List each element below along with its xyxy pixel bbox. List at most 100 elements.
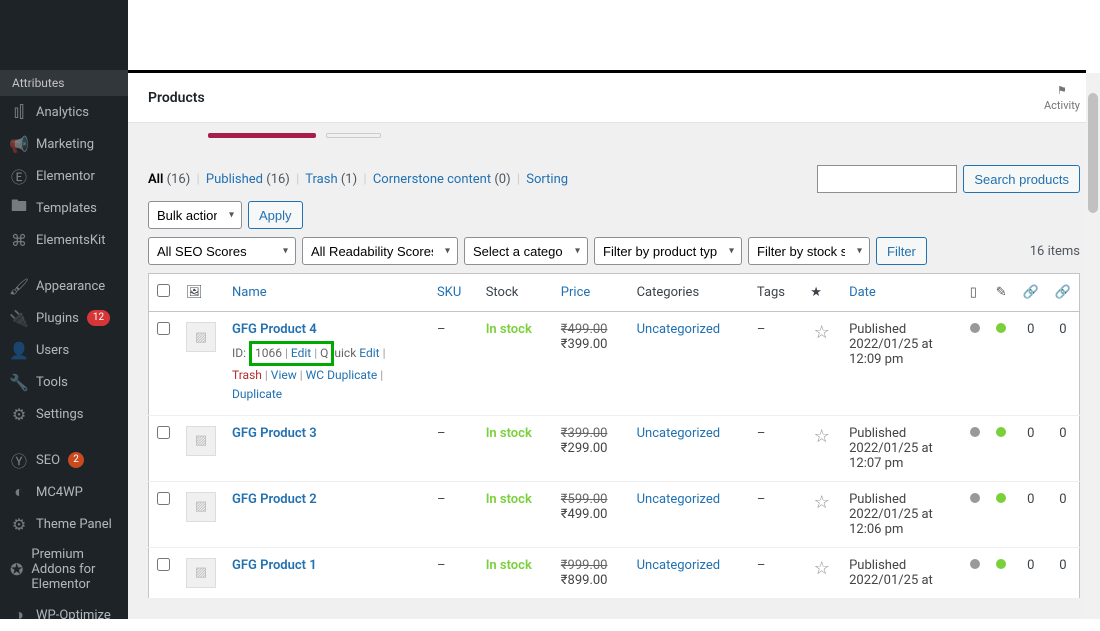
premium-addons-icon: ✪: [10, 561, 23, 579]
action-edit[interactable]: Edit: [291, 346, 311, 360]
col-sku[interactable]: SKU: [437, 285, 461, 300]
sidebar-item-users[interactable]: 👤Users: [0, 334, 128, 366]
sku-value: –: [437, 492, 446, 507]
stock-status: In stock: [486, 558, 532, 573]
readability-filter-select[interactable]: All Readability Scores: [302, 237, 458, 265]
sidebar-item-premium-addons-for-elementor[interactable]: ✪Premium Addons for Elementor: [0, 540, 128, 599]
stock-status: In stock: [486, 492, 532, 507]
readability-dot: [996, 323, 1006, 333]
action-quick-edit[interactable]: Edit: [359, 346, 379, 360]
category-filter-select[interactable]: Select a category: [464, 237, 588, 265]
sidebar-item-theme-panel[interactable]: ⚙Theme Panel: [0, 508, 128, 540]
row-checkbox[interactable]: [157, 322, 170, 335]
sidebar-item-mc4wp[interactable]: ◐MC4WP: [0, 476, 128, 508]
vertical-scrollbar[interactable]: [1086, 73, 1100, 619]
sidebar-item-analytics[interactable]: ⫾⫿Analytics: [0, 96, 128, 128]
featured-toggle[interactable]: ☆: [814, 322, 830, 343]
apply-button[interactable]: Apply: [248, 201, 303, 229]
filter-button[interactable]: Filter: [876, 237, 927, 265]
linked-icon: 🔗: [1055, 285, 1071, 300]
product-name-link[interactable]: GFG Product 2: [232, 492, 317, 507]
col-stock: Stock: [486, 285, 519, 300]
filter-all[interactable]: All: [148, 172, 163, 187]
sidebar-item-seo[interactable]: ⓎSEO 2: [0, 444, 128, 476]
sidebar-item-appearance[interactable]: 🖌Appearance: [0, 270, 128, 302]
notice-button-secondary[interactable]: [326, 133, 381, 138]
table-row: ▨ GFG Product 3 – In stock ₹399.00₹299.0…: [149, 415, 1080, 481]
select-all-checkbox[interactable]: [157, 284, 170, 297]
links-count: 0: [1027, 492, 1034, 507]
sidebar-item-attributes[interactable]: Attributes: [0, 70, 128, 96]
sidebar-item-tools[interactable]: 🔧Tools: [0, 366, 128, 398]
notice-button-primary[interactable]: [208, 133, 316, 138]
product-thumbnail[interactable]: ▨: [186, 426, 216, 456]
sidebar-item-marketing[interactable]: 📢 Marketing: [0, 128, 128, 160]
seo-filter-select[interactable]: All SEO Scores: [148, 237, 296, 265]
featured-toggle[interactable]: ☆: [814, 492, 830, 513]
featured-toggle[interactable]: ☆: [814, 426, 830, 447]
product-thumbnail[interactable]: ▨: [186, 558, 216, 588]
product-name-link[interactable]: GFG Product 1: [232, 558, 317, 573]
theme-panel-icon: ⚙: [10, 515, 28, 533]
links-count: 0: [1027, 426, 1034, 441]
filter-trash[interactable]: Trash: [305, 172, 337, 187]
category-link[interactable]: Uncategorized: [637, 558, 720, 573]
filter-published[interactable]: Published: [206, 172, 263, 187]
table-row: ▨ GFG Product 2 – In stock ₹599.00₹499.0…: [149, 481, 1080, 547]
col-date[interactable]: Date: [849, 285, 876, 300]
product-name-link[interactable]: GFG Product 3: [232, 426, 317, 441]
search-button[interactable]: Search products: [963, 165, 1080, 193]
stock-filter-select[interactable]: Filter by stock status: [748, 237, 870, 265]
product-name-link[interactable]: GFG Product 4: [232, 322, 317, 337]
category-link[interactable]: Uncategorized: [637, 426, 720, 441]
sidebar-item-plugins[interactable]: 🔌Plugins 12: [0, 302, 128, 334]
filter-sorting[interactable]: Sorting: [526, 172, 568, 187]
scrollbar-thumb[interactable]: [1088, 93, 1098, 213]
sidebar-item-wp-optimize[interactable]: ◑WP-Optimize: [0, 599, 128, 631]
featured-toggle[interactable]: ☆: [814, 558, 830, 579]
sidebar-label: Marketing: [36, 137, 94, 152]
stock-status: In stock: [486, 322, 532, 337]
sidebar-item-elementor[interactable]: ⒺElementor: [0, 160, 128, 192]
price-old: ₹399.00: [561, 426, 608, 441]
wp-optimize-icon: ◑: [10, 606, 28, 624]
sidebar-item-settings[interactable]: ⚙Settings: [0, 398, 128, 430]
page-header: Products ⚑ Activity: [128, 73, 1100, 123]
filter-cornerstone[interactable]: Cornerstone content: [373, 172, 491, 187]
elementor-icon: Ⓔ: [10, 167, 28, 185]
action-trash[interactable]: Trash: [232, 368, 262, 382]
col-price[interactable]: Price: [561, 285, 590, 300]
activity-button[interactable]: ⚑ Activity: [1044, 84, 1080, 112]
action-wc-duplicate[interactable]: WC Duplicate: [306, 368, 378, 382]
col-name[interactable]: Name: [232, 285, 267, 300]
date-value: Published2022/01/25 at12:06 pm: [849, 492, 933, 537]
sidebar-item-elementskit[interactable]: ⌘ElementsKit: [0, 224, 128, 256]
product-thumbnail[interactable]: ▨: [186, 322, 216, 352]
product-thumbnail[interactable]: ▨: [186, 492, 216, 522]
marketing-icon: 📢: [10, 135, 28, 153]
bulk-actions-select[interactable]: Bulk actions: [148, 201, 242, 229]
analytics-icon: ⫾⫿: [10, 103, 28, 121]
product-type-filter-select[interactable]: Filter by product type: [594, 237, 742, 265]
search-input[interactable]: [817, 165, 957, 193]
tags-value: –: [757, 426, 766, 441]
seo-dot: [970, 493, 980, 503]
products-table: 🖼 Name SKU Stock Price Categories Tags ★…: [148, 273, 1080, 599]
row-checkbox[interactable]: [157, 426, 170, 439]
sidebar-badge: 2: [68, 452, 84, 468]
action-duplicate[interactable]: Duplicate: [232, 387, 282, 401]
plugins-icon: 🔌: [10, 309, 28, 327]
category-link[interactable]: Uncategorized: [637, 322, 720, 337]
tablenav-1: Bulk actions Apply: [148, 201, 1080, 229]
category-link[interactable]: Uncategorized: [637, 492, 720, 507]
placeholder-icon: ▨: [195, 433, 207, 448]
seo-dot: [970, 427, 980, 437]
sidebar-item-templates[interactable]: 🖿Templates: [0, 192, 128, 224]
tools-icon: 🔧: [10, 373, 28, 391]
row-checkbox[interactable]: [157, 558, 170, 571]
row-checkbox[interactable]: [157, 492, 170, 505]
links-count: 0: [1027, 558, 1034, 573]
linked-count: 0: [1059, 558, 1066, 573]
action-view[interactable]: View: [271, 368, 297, 382]
sidebar-label: SEO: [36, 453, 60, 468]
